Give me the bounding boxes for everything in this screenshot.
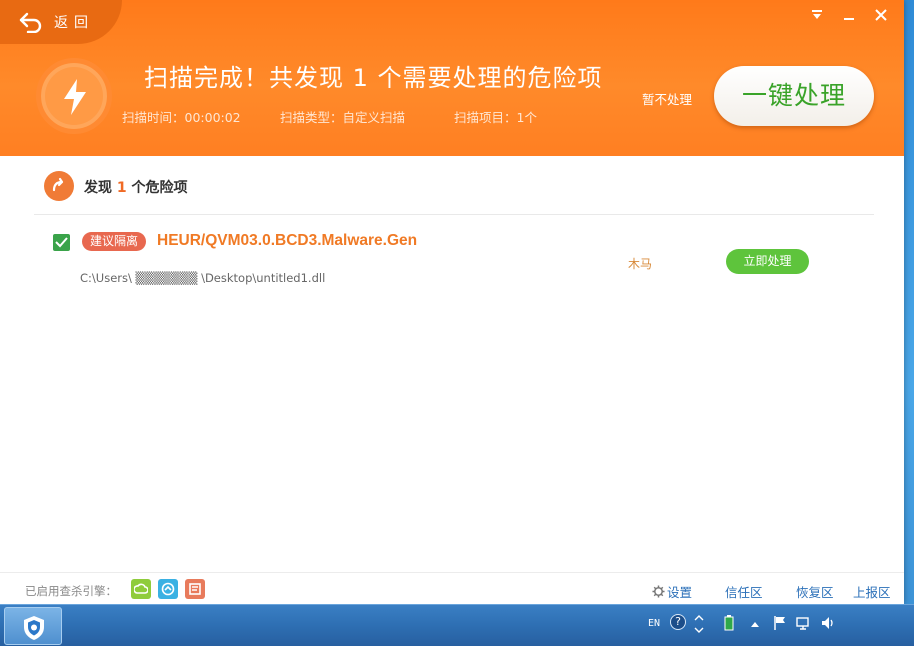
kill-engine-icon[interactable] [185, 579, 205, 599]
cloud-engine-icon[interactable] [131, 579, 151, 599]
divider [34, 214, 874, 215]
help-icon[interactable]: ? [670, 614, 686, 630]
threat-name: HEUR/QVM03.0.BCD3.Malware.Gen [157, 232, 418, 249]
header-bar: 返回 扫描完成！共发现 1 个需要处理的危险项 扫描时间：00:00:02 扫描… [0, 0, 904, 156]
threat-checkbox[interactable] [53, 234, 70, 251]
restore-zone-link[interactable]: 恢复区 [796, 582, 834, 601]
found-heading-suffix: 个危险项 [131, 180, 188, 196]
trust-zone-link[interactable]: 信任区 [725, 582, 763, 601]
engines-label: 已启用查杀引擎： [25, 584, 117, 598]
handle-now-button[interactable]: 立即处理 [726, 249, 809, 274]
volume-icon[interactable] [820, 615, 836, 631]
language-indicator[interactable]: EN [648, 618, 660, 629]
battery-icon[interactable] [724, 615, 734, 631]
scan-result-title: 扫描完成！共发现 1 个需要处理的危险项 [144, 64, 603, 92]
one-click-fix-button[interactable]: 一键处理 [714, 66, 874, 126]
back-label: 返回 [54, 15, 94, 31]
skip-link[interactable]: 暂不处理 [642, 89, 692, 108]
found-count: 1 [116, 180, 127, 196]
window-controls [808, 8, 890, 26]
scan-time: 扫描时间：00:00:02 [122, 110, 241, 125]
threat-type: 木马 [628, 257, 653, 271]
quarantine-badge: 建议隔离 [82, 232, 147, 251]
taskbar-app-shield-icon[interactable] [4, 607, 62, 645]
expand-icon[interactable] [694, 615, 704, 633]
menu-icon[interactable] [808, 8, 826, 26]
scan-result-window: 返回 扫描完成！共发现 1 个需要处理的危险项 扫描时间：00:00:02 扫描… [0, 0, 904, 604]
settings-link[interactable]: 设置 [652, 582, 692, 601]
flag-icon[interactable] [772, 615, 788, 631]
network-icon[interactable] [796, 615, 812, 631]
close-icon[interactable] [872, 8, 890, 26]
footer-divider [0, 572, 904, 573]
found-heading: 发现 1 个危险项 [84, 177, 188, 197]
settings-label: 设置 [667, 585, 693, 600]
back-button[interactable]: 返回 [0, 0, 122, 44]
scan-items: 扫描项目：1个 [454, 110, 537, 125]
threat-file-path: C:\Users\ ▒▒▒▒▒▒▒ \Desktop\untitled1.dll [80, 271, 326, 285]
gear-icon [652, 585, 665, 598]
minimize-icon[interactable] [840, 8, 858, 26]
show-hidden-icons[interactable] [750, 620, 760, 628]
found-heading-prefix: 发现 [84, 180, 112, 196]
qvm-engine-icon[interactable] [158, 579, 178, 599]
report-zone-link[interactable]: 上报区 [853, 582, 891, 601]
scan-type: 扫描类型：自定义扫描 [280, 110, 406, 125]
danger-arrow-icon [44, 171, 74, 201]
lightning-icon [36, 58, 112, 134]
back-arrow-icon [19, 12, 42, 33]
